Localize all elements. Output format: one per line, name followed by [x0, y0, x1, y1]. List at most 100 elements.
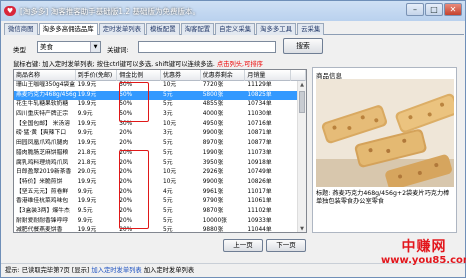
column-header-monthly-sales[interactable]: 月销量 — [245, 70, 292, 81]
table-cell: 【3盒装3两】爆牛杰 — [16, 207, 70, 214]
table-cell: 20% — [119, 130, 133, 137]
table-cell: 9.9元 — [77, 188, 93, 195]
table-cell: 9.5元 — [77, 207, 93, 214]
table-row[interactable]: 田园凤凰爪鸡爪腿肉 19.9元 20% 5元 8970张 10877单 — [14, 139, 306, 149]
column-header-extra[interactable] — [291, 70, 306, 81]
table-cell: 日郎盈翠2019新茶香 — [16, 169, 72, 176]
table-cell: 10元 — [163, 178, 177, 185]
table-cell: 10871单 — [247, 130, 272, 137]
type-label: 类型 — [13, 46, 26, 54]
table-row[interactable]: 腐乳鸡料理烧鸡爪凤 21.8元 20% 5元 3950张 10918单 — [14, 159, 306, 169]
table-row[interactable]: 四川重庆特产牌正宗 9.9元 50% 3元 4000张 11030单 — [14, 110, 306, 120]
tab-tools[interactable]: 淘多多工具 — [256, 23, 297, 35]
table-cell: 10877单 — [247, 140, 272, 147]
table-cell: 珊山王咖喱350g4袋盒 — [16, 82, 76, 88]
table-scrollbar[interactable]: ▲ ▼ — [297, 81, 306, 232]
tab-custom-collect[interactable]: 自定义采集 — [215, 23, 256, 35]
table-row[interactable]: 【坚五元元】煎卷鲜 9.9元 20% 4元 9961张 11017单 — [14, 188, 306, 198]
table-cell: 9.9元 — [77, 217, 93, 224]
column-header-coupon[interactable]: 优惠券 — [161, 70, 201, 81]
tab-wechat-image[interactable]: 微信商图 — [4, 23, 38, 35]
prev-page-button[interactable]: 上一页 — [223, 239, 263, 252]
table-row[interactable]: 【特价】米脆煎饼 19.9元 20% 10元 9900张 10826单 — [14, 178, 306, 188]
keyword-label: 关键词: — [107, 46, 129, 54]
keyword-input[interactable] — [138, 41, 276, 53]
table-cell: 耐耐爱耐耐香锋呼呼 — [16, 217, 69, 224]
table-cell: 10000张 — [202, 217, 227, 224]
tab-template-config[interactable]: 模板配置 — [146, 23, 180, 35]
table-row[interactable]: 【3盒装3两】爆牛杰 9.5元 20% 5元 9870张 11102单 — [14, 207, 306, 217]
table-cell: 9961张 — [202, 188, 224, 195]
table-cell: 10918单 — [247, 159, 272, 166]
table-cell: 11030单 — [247, 111, 272, 118]
table-row[interactable]: 珊山王咖喱350g4袋盒 19.9元 50% 10元 7720张 11129单 — [14, 81, 306, 91]
commission-highlight-box-1 — [119, 82, 149, 122]
table-row[interactable]: 香港维佳杭菜鸡味包 19.9元 20% 5元 9790张 11061单 — [14, 197, 306, 207]
table-row[interactable]: 燕麦巧克力468g/456g 19.9元 50% 5元 5800张 10825单 — [14, 90, 306, 101]
table-cell: 9880张 — [202, 227, 224, 233]
close-button[interactable]: ✕ — [444, 3, 462, 16]
table-row[interactable]: 腊肉脆肠芝麻饼腊粮 21.8元 20% 5元 1990张 11073单 — [14, 149, 306, 159]
tab-taoke-config[interactable]: 淘客配置 — [180, 23, 215, 35]
table-cell: 燕麦巧克力468g/456g — [16, 91, 76, 98]
search-button[interactable]: 搜索 — [283, 38, 323, 54]
app-logo-icon: ♥ — [4, 6, 16, 16]
table-cell: 5元 — [163, 207, 173, 214]
status-link[interactable]: 加入定时发单列表 — [91, 267, 141, 274]
table-cell: 10元 — [163, 169, 177, 176]
table-cell: 9900张 — [202, 178, 224, 185]
status-prefix: 提示: — [5, 267, 20, 274]
product-table[interactable]: 商品名称 到手价(免邮) 佣金比例 优惠券 优惠券剩余 月销量 珊山王咖喱350… — [13, 69, 307, 233]
table-cell: 腐乳鸡料理烧鸡爪凤 — [16, 159, 69, 166]
table-cell: 21.8元 — [77, 159, 97, 166]
scroll-up-icon[interactable]: ▲ — [298, 81, 306, 89]
status-text: 已读取完毕第7页 [显示] — [21, 267, 92, 274]
table-cell: 19.9元 — [77, 82, 97, 88]
title-bar[interactable]: ♥ [淘多多] 淘客推客助手基础版1.2 基础版为免费版本。 – □ ✕ — [1, 1, 465, 21]
scroll-down-icon[interactable]: ▼ — [298, 225, 306, 232]
table-cell: 3950张 — [202, 159, 224, 166]
product-caption: 标题: 燕麦巧克力468g/456g+2袋麦片巧克力棒单独包装零食办公室零食 — [316, 190, 450, 205]
table-cell: 4元 — [163, 188, 173, 195]
table-cell: 5元 — [163, 91, 173, 98]
table-cell: 19.9元 — [77, 198, 97, 205]
column-header-coupon-left[interactable]: 优惠券剩余 — [201, 70, 246, 81]
table-cell: 5元 — [163, 149, 173, 156]
table-cell: 5元 — [163, 159, 173, 166]
table-cell: 11061单 — [247, 198, 272, 205]
table-body: 珊山王咖喱350g4袋盒 19.9元 50% 10元 7720张 11129单 燕麦巧克力4… — [14, 81, 306, 233]
table-row[interactable]: 磅·猛·黄【爽辣下口 9.9元 20% 3元 9900张 10871单 — [14, 129, 306, 139]
table-row[interactable]: 日郎盈翠2019新茶香 29.0元 20% 10元 2926张 10749单 — [14, 168, 306, 178]
table-cell: 19.9元 — [77, 120, 97, 127]
scrollbar-thumb[interactable] — [299, 91, 305, 113]
table-row[interactable]: 减肥代餐燕麦饼香 19.9元 20% 5元 9880张 11044单 — [14, 226, 306, 233]
column-header-name[interactable]: 商品名称 — [14, 70, 76, 81]
table-cell: 香港维佳杭菜鸡味包 — [16, 198, 69, 205]
tab-scheduled-posts[interactable]: 定时发单列表 — [98, 23, 146, 35]
table-cell: 9.9元 — [77, 111, 93, 118]
maximize-button[interactable]: □ — [425, 3, 443, 16]
table-cell: 4855张 — [202, 101, 224, 108]
tab-cloud-collect[interactable]: 云采集 — [297, 23, 325, 35]
tab-product-library[interactable]: 淘多多高佣选品库 — [38, 23, 98, 35]
type-select[interactable]: 美食 ▼ — [37, 41, 101, 53]
table-cell: 5元 — [163, 101, 173, 108]
table-cell: 10元 — [163, 82, 177, 88]
next-page-button[interactable]: 下一页 — [266, 239, 306, 252]
column-header-price[interactable]: 到手价(免邮) — [76, 70, 118, 81]
table-cell: 【坚五元元】煎卷鲜 — [16, 188, 69, 195]
minimize-button[interactable]: – — [406, 3, 424, 16]
column-header-commission[interactable]: 佣金比例 — [117, 70, 161, 81]
chevron-down-icon[interactable]: ▼ — [90, 42, 100, 52]
table-cell: 19.9元 — [77, 140, 97, 147]
table-cell: 减肥代餐燕麦饼香 — [16, 227, 63, 233]
table-row[interactable]: 【全国包邮】 米汤溶 19.9元 30% 10元 4950张 10716单 — [14, 120, 306, 130]
watermark-line1: 中赚网 — [401, 239, 447, 255]
table-cell: 4950张 — [202, 120, 224, 127]
product-info-panel: 商品信息 标题: 燕麦巧克力468g/456g+2袋麦片巧克力棒单独包装零食办公… — [312, 67, 457, 233]
table-row[interactable]: 耐耐爱耐耐香锋呼呼 9.9元 20% 5元 10000张 10933单 — [14, 217, 306, 227]
table-cell: 19.9元 — [77, 91, 97, 98]
table-cell: 11017单 — [247, 188, 272, 195]
table-cell: 2926张 — [202, 169, 224, 176]
table-row[interactable]: 花生牛轧糖果软奶糖 19.9元 50% 5元 4855张 10734单 — [14, 100, 306, 110]
